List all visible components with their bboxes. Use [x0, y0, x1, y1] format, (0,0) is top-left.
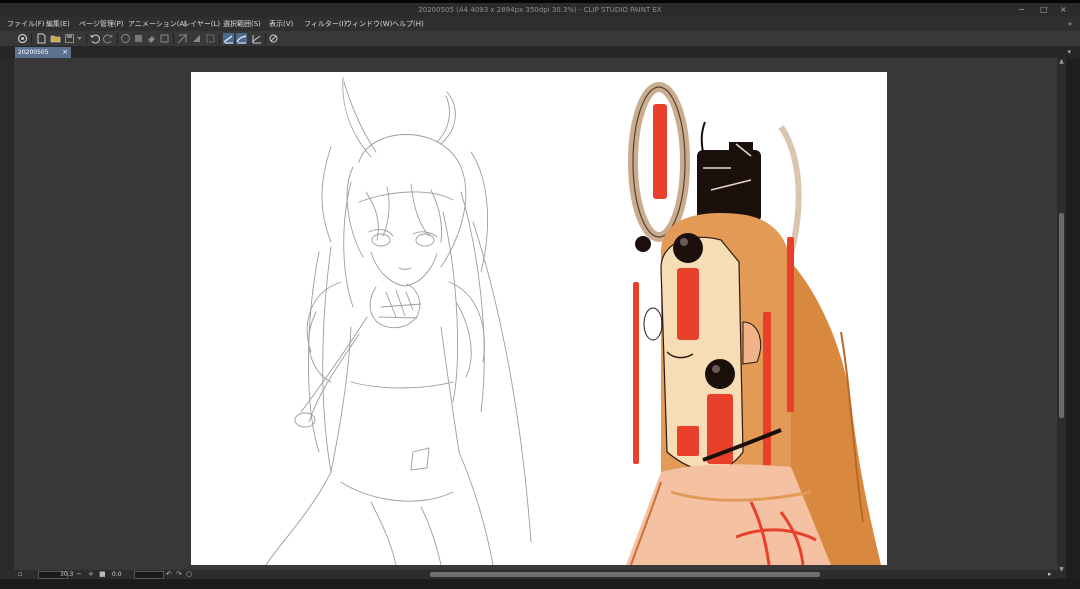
toolbar-separator: [86, 33, 87, 44]
new-file-icon[interactable]: [36, 33, 47, 44]
zoom-out-icon[interactable]: ▫: [18, 570, 23, 579]
toolbar-separator: [117, 33, 118, 44]
scroll-down-icon[interactable]: ▼: [1057, 566, 1066, 573]
refresh-icon[interactable]: [268, 33, 279, 44]
undo-icon[interactable]: [89, 33, 100, 44]
fill-icon[interactable]: [133, 33, 144, 44]
artwork: [265, 77, 881, 565]
fit-window-icon[interactable]: ■: [99, 570, 106, 579]
close-window-button[interactable]: ×: [1060, 3, 1067, 17]
toolbar-separator: [265, 33, 266, 44]
rotate-left-icon[interactable]: ↶: [166, 570, 172, 579]
menu-window[interactable]: ウィンドウ(W): [345, 17, 392, 31]
toolbar-separator: [219, 33, 220, 44]
scroll-up-icon[interactable]: ▲: [1057, 58, 1066, 65]
menu-bar: ファイル(F) 編集(E) ページ管理(P) アニメーション(A) レイヤー(L…: [0, 17, 1080, 31]
pencil-sketch: [265, 77, 532, 565]
colored-character: [626, 82, 881, 565]
convert-icon[interactable]: [191, 33, 202, 44]
toolbar-separator: [173, 33, 174, 44]
toolbar-separator: [31, 33, 32, 44]
maximize-button[interactable]: □: [1040, 3, 1048, 17]
snap-grid-icon[interactable]: [251, 33, 262, 44]
clear-selection-icon[interactable]: [146, 33, 157, 44]
menu-page-management[interactable]: ページ管理(P): [79, 17, 124, 31]
close-tab-icon[interactable]: ×: [62, 47, 68, 58]
document-tab-bar: 20200505 × ▾: [0, 47, 1080, 58]
menu-layer[interactable]: レイヤー(L): [183, 17, 220, 31]
vertical-scrollbar[interactable]: ▲ ▼: [1057, 58, 1066, 578]
zoom-minus-icon[interactable]: −: [76, 570, 82, 579]
menu-selection[interactable]: 選択範囲(S): [223, 17, 261, 31]
angle-field[interactable]: [134, 571, 164, 579]
snap-special-ruler-icon[interactable]: [236, 33, 247, 44]
redo-icon[interactable]: [103, 33, 114, 44]
menu-file[interactable]: ファイル(F): [7, 17, 45, 31]
tab-menu-icon[interactable]: ▾: [1067, 47, 1071, 58]
scroll-right-icon[interactable]: ▸: [1048, 570, 1052, 579]
left-panel-edge: [0, 58, 14, 570]
command-bar: [0, 31, 1080, 47]
rotate-right-icon[interactable]: ↷: [176, 570, 182, 579]
zoom-value: 30.3: [60, 571, 74, 578]
window-title: 20200505 (A4 4093 x 2894px 350dpi 30.3%)…: [418, 6, 662, 14]
menu-edit[interactable]: 編集(E): [46, 17, 70, 31]
navigator-status-bar: ▫ 30.3 − + ■ 0.0 ↶ ↷ ○ ▸: [0, 570, 1057, 579]
transform-icon[interactable]: [177, 33, 188, 44]
zoom-plus-icon[interactable]: +: [88, 570, 94, 579]
menu-animation[interactable]: アニメーション(A): [128, 17, 187, 31]
dropdown-icon[interactable]: [74, 33, 85, 44]
vertical-scroll-thumb[interactable]: [1059, 213, 1064, 418]
clear-icon[interactable]: [120, 33, 131, 44]
angle-value: 0.0: [112, 571, 122, 578]
document-tab-label: 20200505: [18, 49, 49, 56]
clip-studio-icon[interactable]: [17, 33, 28, 44]
menu-filter[interactable]: フィルター(I): [304, 17, 346, 31]
snap-ruler-icon[interactable]: [223, 33, 234, 44]
selection-fill-icon[interactable]: [205, 33, 216, 44]
menu-view[interactable]: 表示(V): [269, 17, 293, 31]
right-panel-edge: [1066, 58, 1080, 589]
open-file-icon[interactable]: [50, 33, 61, 44]
minimize-button[interactable]: −: [1018, 3, 1025, 17]
menu-expand-icon[interactable]: »: [1068, 17, 1072, 31]
drawing-canvas[interactable]: [191, 72, 887, 565]
horizontal-scroll-thumb[interactable]: [430, 572, 820, 577]
document-tab[interactable]: 20200505 ×: [15, 47, 71, 58]
crop-icon[interactable]: [159, 33, 170, 44]
title-bar: 20200505 (A4 4093 x 2894px 350dpi 30.3%)…: [0, 3, 1080, 17]
menu-help[interactable]: ヘルプ(H): [392, 17, 424, 31]
bottom-edge: [0, 579, 1080, 589]
reset-rotation-icon[interactable]: ○: [186, 570, 192, 579]
